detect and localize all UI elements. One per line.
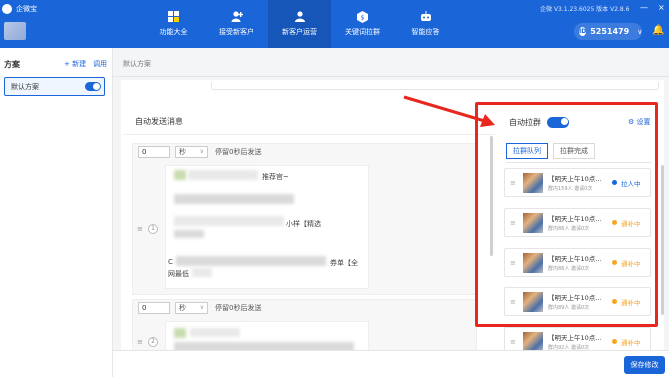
footer-bar — [113, 350, 669, 377]
highlight-arrow — [403, 95, 495, 127]
save-button[interactable]: 保存修改 — [624, 356, 665, 374]
